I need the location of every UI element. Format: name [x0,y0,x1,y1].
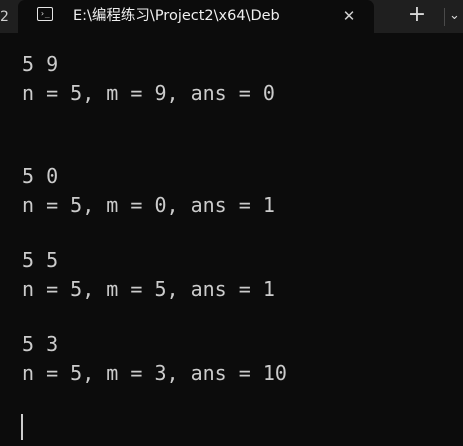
output-line: 5 9 [22,52,59,76]
terminal-icon: ›_ [37,7,53,21]
output-line: 5 3 [22,332,59,356]
tab-title: E:\编程练习\Project2\x64\Deb [73,8,280,24]
new-tab-button[interactable]: + [402,3,432,27]
output-line: 5 5 [22,248,59,272]
close-tab-button[interactable]: ✕ [338,6,360,26]
terminal-output[interactable]: 5 9 n = 5, m = 9, ans = 0 5 0 n = 5, m =… [0,33,463,446]
output-line: n = 5, m = 3, ans = 10 [22,361,287,385]
output-line: n = 5, m = 9, ans = 0 [22,81,275,105]
output-line: 5 0 [22,164,59,188]
tab-separator [444,8,445,26]
scrollbar[interactable] [459,33,463,446]
output-line: n = 5, m = 5, ans = 1 [22,277,275,301]
previous-tab[interactable]: 2 [0,0,18,33]
active-tab[interactable]: ›_ E:\编程练习\Project2\x64\Deb ✕ [18,0,374,33]
chevron-down-icon[interactable]: ⌄ [449,6,463,26]
output-line: n = 5, m = 0, ans = 1 [22,193,275,217]
previous-tab-label: 2 [0,8,9,25]
terminal-window: 2 ›_ E:\编程练习\Project2\x64\Deb ✕ + ⌄ 5 9 … [0,0,463,446]
tab-bar: 2 ›_ E:\编程练习\Project2\x64\Deb ✕ + ⌄ [0,0,463,33]
text-cursor [21,414,23,440]
